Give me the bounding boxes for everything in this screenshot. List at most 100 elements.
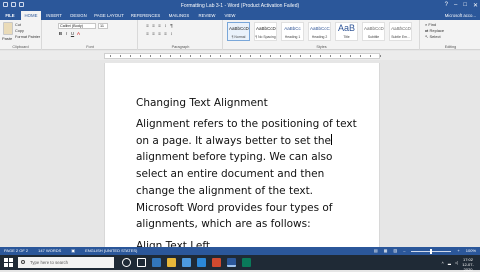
- style-name: Subtle Em...: [391, 35, 410, 39]
- language-status[interactable]: ENGLISH (UNITED STATES): [85, 247, 137, 255]
- proofing-icon[interactable]: ▣: [71, 247, 75, 255]
- sort-icon[interactable]: ↕: [163, 23, 168, 29]
- read-mode-icon[interactable]: ▤: [374, 247, 378, 255]
- task-view-icon[interactable]: [137, 258, 146, 267]
- help-icon[interactable]: ?: [445, 2, 448, 9]
- ruler-tick: [110, 55, 111, 57]
- minimize-icon[interactable]: –: [454, 2, 457, 9]
- bold-button[interactable]: B: [58, 31, 63, 37]
- pilcrow-icon[interactable]: ¶: [169, 23, 174, 29]
- copy-button[interactable]: Copy: [15, 29, 24, 33]
- mail-icon[interactable]: [197, 258, 206, 267]
- media-app-icon[interactable]: [212, 258, 221, 267]
- tab-review[interactable]: REVIEW: [195, 11, 219, 20]
- body-line: alignment before typing. We can also: [136, 151, 333, 164]
- zoom-slider[interactable]: [411, 248, 452, 254]
- ruler-paper: [104, 53, 380, 59]
- font-group-label: Font: [86, 45, 94, 49]
- style-normal[interactable]: AaBbCcDc ¶ Normal: [227, 22, 250, 41]
- tab-home[interactable]: HOME: [21, 11, 41, 20]
- align-center-icon[interactable]: ≡: [151, 31, 156, 37]
- paragraph-group: ≡ ≡ ≡ ↕ ¶ ≡ ≡ ≡ ≡ ↕ Paragraph: [139, 20, 223, 50]
- style-subtle-emphasis[interactable]: AaBbCcDa Subtle Em...: [389, 22, 412, 41]
- print-layout-icon[interactable]: ▦: [384, 247, 388, 255]
- horizontal-ruler[interactable]: [0, 51, 480, 60]
- bullets-icon[interactable]: ≡: [145, 23, 150, 29]
- ruler-tick: [160, 55, 161, 57]
- italic-button[interactable]: I: [64, 31, 69, 37]
- status-bar: PAGE 2 OF 2 147 WORDS ▣ ENGLISH (UNITED …: [0, 247, 480, 255]
- ruler-tick: [280, 55, 281, 57]
- style-preview: AaB: [337, 23, 355, 33]
- ruler-tick: [320, 55, 321, 57]
- style-no-spacing[interactable]: AaBbCcDc ¶ No Spacing: [254, 22, 277, 41]
- tray-chevron-icon[interactable]: ˄: [442, 260, 444, 265]
- network-icon[interactable]: ▂: [448, 260, 451, 265]
- ruler-tick: [230, 55, 231, 57]
- font-format-row: B I U A: [58, 31, 81, 37]
- styles-group-label: Styles: [316, 45, 327, 49]
- style-title[interactable]: AaB Title: [335, 22, 358, 41]
- paste-icon[interactable]: [3, 22, 13, 35]
- windows-start-icon[interactable]: [4, 258, 13, 267]
- close-icon[interactable]: ✕: [473, 2, 478, 9]
- file-explorer-icon[interactable]: [167, 258, 176, 267]
- app-icon[interactable]: [242, 258, 251, 267]
- underline-button[interactable]: U: [70, 31, 75, 37]
- store-icon[interactable]: [182, 258, 191, 267]
- select-label: Select: [429, 34, 441, 39]
- font-size-box[interactable]: 11: [98, 23, 108, 29]
- tab-insert[interactable]: INSERT: [43, 11, 65, 20]
- replace-button[interactable]: ⇄ Replace: [425, 28, 444, 33]
- page-count[interactable]: PAGE 2 OF 2: [4, 247, 28, 255]
- font-name-box[interactable]: Calibri (Body): [58, 23, 96, 29]
- tab-mailings[interactable]: MAILINGS: [165, 11, 193, 20]
- ruler-tick: [340, 55, 341, 57]
- tab-view[interactable]: VIEW: [221, 11, 239, 20]
- multilevel-icon[interactable]: ≡: [157, 23, 162, 29]
- font-color-icon[interactable]: A: [76, 31, 81, 37]
- word-count[interactable]: 147 WORDS: [38, 247, 61, 255]
- style-subtitle[interactable]: AaBbCcD Subtitle: [362, 22, 385, 41]
- word-app-icon[interactable]: [227, 258, 236, 267]
- ruler-tick: [250, 55, 251, 57]
- cut-button[interactable]: Cut: [15, 23, 21, 27]
- ruler-tick: [140, 55, 141, 57]
- ruler-tick: [150, 55, 151, 57]
- document-workspace[interactable]: Changing Text Alignment Alignment refers…: [0, 51, 480, 247]
- body-line-with-cursor: on a page. It always better to set the: [136, 133, 352, 150]
- ruler-tick: [290, 55, 291, 57]
- tab-page-layout[interactable]: PAGE LAYOUT: [92, 11, 126, 20]
- paste-button[interactable]: Paste: [2, 36, 12, 41]
- style-heading-1[interactable]: AaBbCc Heading 1: [281, 22, 304, 41]
- tab-file[interactable]: FILE: [0, 11, 20, 20]
- zoom-thumb[interactable]: [430, 248, 433, 254]
- zoom-level[interactable]: 100%: [466, 247, 476, 255]
- document-body[interactable]: Changing Text Alignment Alignment refers…: [136, 95, 357, 247]
- taskbar-search-box[interactable]: Type here to search: [18, 257, 114, 268]
- style-heading-2[interactable]: AaBbCcC Heading 2: [308, 22, 331, 41]
- document-page[interactable]: Changing Text Alignment Alignment refers…: [104, 63, 380, 247]
- line-spacing-icon[interactable]: ↕: [169, 31, 174, 37]
- cortana-icon[interactable]: [122, 258, 131, 267]
- maximize-icon[interactable]: □: [463, 2, 467, 9]
- windows-taskbar: Type here to search ˄ ▂ ◁ 17:02 12-07-20…: [0, 255, 480, 272]
- account-name[interactable]: Microsoft acco...: [445, 11, 476, 20]
- justify-icon[interactable]: ≡: [163, 31, 168, 37]
- ruler-tick: [190, 55, 191, 57]
- find-button[interactable]: ⌕ Find: [425, 22, 436, 27]
- align-right-icon[interactable]: ≡: [157, 31, 162, 37]
- numbering-icon[interactable]: ≡: [151, 23, 156, 29]
- select-button[interactable]: ↖ Select: [425, 34, 441, 39]
- document-heading: Changing Text Alignment: [136, 97, 268, 109]
- web-layout-icon[interactable]: ▥: [393, 247, 397, 255]
- volume-icon[interactable]: ◁: [455, 260, 458, 265]
- align-left-icon[interactable]: ≡: [145, 31, 150, 37]
- zoom-in-icon[interactable]: +: [457, 247, 459, 255]
- format-painter-button[interactable]: Format Painter: [15, 35, 40, 39]
- tab-design[interactable]: DESIGN: [67, 11, 90, 20]
- editing-group-label: Editing: [444, 45, 457, 49]
- zoom-out-icon[interactable]: –: [403, 247, 405, 255]
- edge-icon[interactable]: [152, 258, 161, 267]
- tab-references[interactable]: REFERENCES: [128, 11, 163, 20]
